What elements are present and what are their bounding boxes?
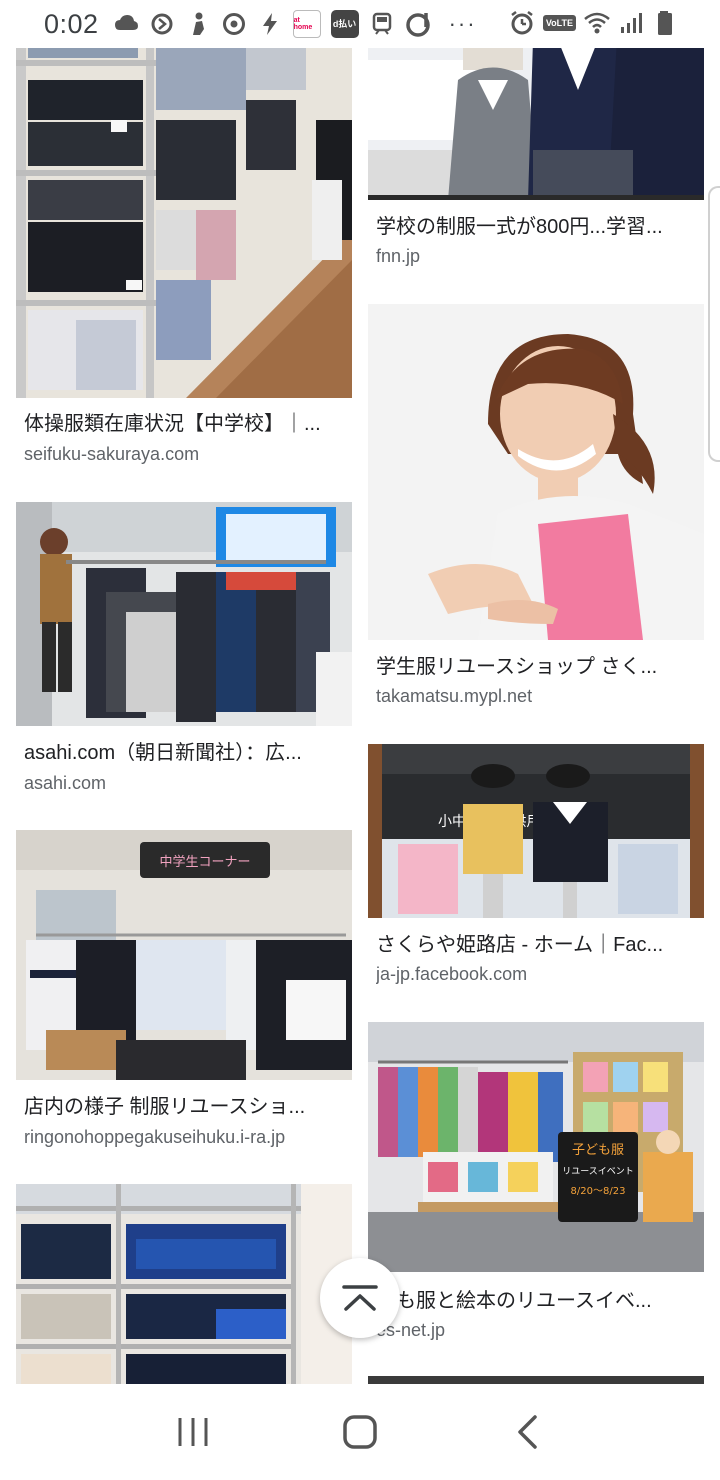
result-title[interactable]: 学生服リユースショップ さく...: [376, 654, 696, 680]
result-domain: ringonohoppegakuseihuku.i-ra.jp: [24, 1127, 286, 1147]
battery-icon: [652, 10, 678, 36]
result-domain: ja-jp.facebook.com: [376, 964, 528, 984]
event-sign-line3: 8/20〜8/23: [571, 1186, 626, 1197]
back-button[interactable]: [497, 1402, 557, 1462]
home-button[interactable]: [330, 1402, 390, 1462]
image-result-card[interactable]: 中学生コーナー 店内の様子 制服リユースショ... ringonohoppega…: [16, 830, 352, 1160]
docomo-icon: [405, 11, 431, 37]
status-time: 0:02: [44, 8, 99, 39]
recent-apps-button[interactable]: [163, 1402, 223, 1462]
alarm-icon: [509, 10, 535, 36]
result-domain: es-net.jp: [376, 1320, 446, 1340]
image-result-card[interactable]: 学生服リユースショップ さく... takamatsu.mypl.net: [368, 304, 704, 714]
scroll-handle[interactable]: [708, 186, 720, 462]
image-result-card[interactable]: 子ども服 リユースイベント 8/20〜8/23 ども服と絵本のリユースイベ...…: [368, 1022, 704, 1362]
cellular-signal-icon: [618, 10, 644, 36]
status-bar: 0:02 at home d払い ··· VoLTE: [0, 0, 720, 48]
result-thumbnail[interactable]: [368, 304, 704, 640]
image-result-card[interactable]: 小中高校 子供用 さくらや姫路店 - ホーム｜Fac... ja-jp.face…: [368, 744, 704, 1000]
figure-icon: [185, 11, 211, 37]
result-title[interactable]: ども服と絵本のリユースイベ...: [376, 1288, 696, 1314]
system-icons: VoLTE: [509, 10, 678, 36]
result-thumbnail[interactable]: 中学生コーナー: [16, 830, 352, 1080]
result-domain: seifuku-sakuraya.com: [24, 444, 200, 464]
result-domain: fnn.jp: [376, 246, 421, 266]
notification-icons: at home d払い ···: [113, 10, 477, 38]
refresh-icon: [221, 11, 247, 37]
result-title[interactable]: 体操服類在庫状況【中学校】｜...: [24, 411, 344, 437]
result-title[interactable]: 学校の制服一式が800円...学習...: [376, 214, 696, 240]
scroll-to-top-icon: [340, 1283, 380, 1313]
result-thumbnail[interactable]: [368, 1376, 704, 1384]
d-payment-app-icon: d払い: [330, 10, 359, 38]
result-title[interactable]: 店内の様子 制服リユースショ...: [24, 1094, 344, 1120]
result-thumbnail[interactable]: [16, 502, 352, 726]
image-result-card[interactable]: [368, 1376, 704, 1384]
navigation-bar: [0, 1384, 720, 1480]
image-result-card[interactable]: asahi.com（朝日新聞社）：広... asahi.com: [16, 502, 352, 812]
result-thumbnail[interactable]: [16, 1184, 352, 1384]
scroll-to-top-button[interactable]: [320, 1258, 400, 1338]
result-domain: asahi.com: [24, 773, 107, 793]
result-title[interactable]: asahi.com（朝日新聞社）：広...: [24, 740, 344, 766]
shop-sign-text: 中学生コーナー: [159, 854, 250, 870]
home-icon: [342, 1414, 378, 1450]
event-sign-line2: リユースイベント: [562, 1167, 634, 1177]
at-home-app-icon: at home: [292, 10, 321, 38]
image-result-card[interactable]: [16, 1184, 352, 1384]
bolt-icon: [257, 11, 283, 37]
train-icon: [369, 11, 395, 37]
event-sign-line1: 子ども服: [572, 1143, 624, 1158]
more-notifications-icon: ···: [448, 11, 477, 36]
wifi-icon: [584, 10, 610, 36]
recent-apps-icon: [176, 1416, 210, 1448]
back-icon: [515, 1414, 539, 1450]
image-result-card[interactable]: 体操服類在庫状況【中学校】｜... seifuku-sakuraya.com: [16, 0, 352, 480]
volte-icon: VoLTE: [542, 15, 576, 31]
cloud-icon: [113, 11, 139, 37]
result-thumbnail[interactable]: 小中高校 子供用: [368, 744, 704, 918]
result-domain: takamatsu.mypl.net: [376, 686, 533, 706]
result-thumbnail[interactable]: [16, 0, 352, 398]
result-title[interactable]: さくらや姫路店 - ホーム｜Fac...: [376, 932, 696, 958]
result-thumbnail[interactable]: 子ども服 リユースイベント 8/20〜8/23: [368, 1022, 704, 1272]
sync-icon: [149, 11, 175, 37]
